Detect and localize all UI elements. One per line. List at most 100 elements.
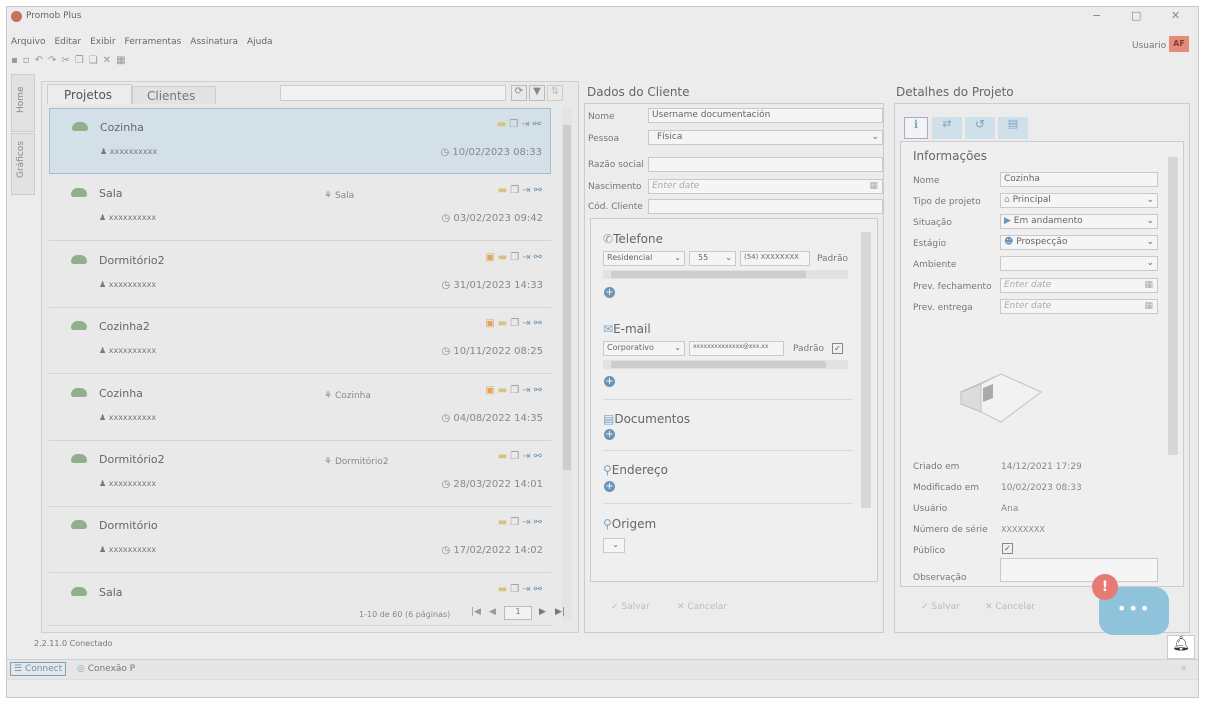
menu-item-ferramentas[interactable]: Ferramentas	[125, 37, 182, 47]
contact-icon[interactable]: ▣	[485, 252, 497, 263]
folder-icon[interactable]: ▬	[498, 517, 510, 528]
save-icon[interactable]: ▪	[11, 55, 18, 66]
project-row[interactable]: Sala ⚘ Sala ♟ xxxxxxxxxx ◷ 03/02/2023 09:42…	[49, 175, 551, 241]
add-telefone-button[interactable]: +	[604, 287, 615, 298]
client-contacts-scrollbar[interactable]	[861, 232, 871, 508]
client-nasc-input[interactable]: Enter date ▦	[648, 179, 883, 194]
info-tab-icon[interactable]: ℹ	[904, 117, 928, 139]
folder-icon[interactable]: ▬	[498, 252, 510, 263]
copy-icon[interactable]: ❐	[510, 517, 522, 528]
email-padrao-checkbox[interactable]: ✓	[832, 343, 843, 354]
project-row[interactable]: Dormitório2 ⚘ Dormitório2 ♟ xxxxxxxxxx ◷ 28…	[49, 441, 551, 507]
tree-icon[interactable]: ⚯	[534, 584, 545, 595]
client-cod-input[interactable]	[648, 199, 883, 214]
notes-tab-icon[interactable]: ▤	[998, 117, 1028, 139]
menu-item-ajuda[interactable]: Ajuda	[247, 37, 273, 47]
menu-item-exibir[interactable]: Exibir	[90, 37, 115, 47]
project-row[interactable]: Cozinha ♟ xxxxxxxxxx ◷ 10/02/2023 08:33 ▬❐⇥…	[49, 108, 551, 174]
contact-icon[interactable]: ▣	[485, 318, 497, 329]
tree-icon[interactable]: ⚯	[534, 517, 545, 528]
folder-icon[interactable]: ▬	[498, 385, 510, 396]
tree-icon[interactable]: ⚯	[534, 252, 545, 263]
user-name[interactable]: Usuario	[1132, 41, 1166, 51]
copy-icon[interactable]: ❐	[509, 119, 521, 130]
export-icon[interactable]: ⇥	[522, 584, 533, 595]
project-ambiente-select[interactable]: ⌄	[1000, 256, 1158, 271]
user-badge[interactable]: AF	[1169, 36, 1189, 52]
project-prev-ent-input[interactable]: Enter date ▦	[1000, 299, 1158, 314]
tree-icon[interactable]: ⚯	[533, 119, 544, 130]
email-hscroll-thumb[interactable]	[611, 361, 826, 368]
add-email-button[interactable]: +	[604, 376, 615, 387]
calendar-icon[interactable]: ▦	[1144, 301, 1153, 311]
client-pessoa-select[interactable]: Física ⌄	[648, 130, 883, 145]
export-icon[interactable]: ⇥	[522, 385, 533, 396]
project-estagio-select[interactable]: ☻ Prospecção ⌄	[1000, 235, 1158, 250]
filter-icon[interactable]: ▼	[529, 85, 545, 101]
paste-icon[interactable]: ❏	[89, 55, 98, 66]
export-icon[interactable]: ⇥	[522, 451, 533, 462]
flow-tab-icon[interactable]: ⇄	[932, 117, 962, 139]
copy-icon[interactable]: ❐	[510, 185, 522, 196]
calendar-icon[interactable]: ▦	[1144, 280, 1153, 290]
project-cancel-button[interactable]: ✕ Cancelar	[985, 602, 1035, 612]
folder-icon[interactable]: ▬	[498, 318, 510, 329]
tab-clientes[interactable]: Clientes	[132, 86, 216, 104]
project-row[interactable]: Dormitório2 ♟ xxxxxxxxxx ◷ 31/01/2023 14:3…	[49, 242, 551, 308]
client-cancel-button[interactable]: ✕ Cancelar	[677, 602, 727, 612]
last-page-icon[interactable]: ▶|	[555, 607, 565, 617]
project-row[interactable]: Dormitório ♟ xxxxxxxxxx ◷ 17/02/2022 14:02…	[49, 507, 551, 573]
project-name-input[interactable]: Cozinha	[1000, 172, 1158, 187]
connect-button[interactable]: ☰ Connect	[10, 662, 67, 676]
client-name-input[interactable]: Username documentación	[648, 108, 883, 123]
email-type-select[interactable]: Corporativo ⌄	[603, 341, 685, 356]
tree-icon[interactable]: ⚯	[534, 185, 545, 196]
project-save-button[interactable]: ✓ Salvar	[921, 602, 960, 612]
add-endereco-button[interactable]: +	[604, 481, 615, 492]
folder-icon[interactable]: ▬	[498, 185, 510, 196]
status-close-icon[interactable]: ✕	[1180, 664, 1188, 674]
side-tab-graphics[interactable]: Gráficos	[11, 133, 35, 195]
menu-item-editar[interactable]: Editar	[54, 37, 81, 47]
project-info-scrollbar[interactable]	[1168, 157, 1178, 455]
search-input[interactable]	[280, 85, 506, 101]
copy-icon[interactable]: ❐	[510, 451, 522, 462]
project-list-scroll-thumb[interactable]	[563, 125, 571, 470]
folder-icon[interactable]: ▬	[497, 119, 509, 130]
tree-icon[interactable]: ⚯	[534, 318, 545, 329]
close-button[interactable]: ✕	[1171, 9, 1180, 22]
email-input[interactable]: xxxxxxxxxxxxxx@xxx.xx	[689, 341, 784, 356]
copy-icon[interactable]: ❐	[75, 55, 84, 66]
export-icon[interactable]: ⇥	[522, 252, 533, 263]
menu-item-arquivo[interactable]: Arquivo	[11, 37, 45, 47]
refresh-icon[interactable]: ⟳	[511, 85, 527, 101]
copy-icon[interactable]: ❐	[510, 385, 522, 396]
print-icon[interactable]: ▫	[23, 55, 30, 66]
tree-icon[interactable]: ⚯	[534, 451, 545, 462]
copy-icon[interactable]: ❐	[510, 584, 522, 595]
export-icon[interactable]: ⇥	[522, 517, 533, 528]
export-icon[interactable]: ⇥	[522, 185, 533, 196]
project-tipo-select[interactable]: ⌂ Principal ⌄	[1000, 193, 1158, 208]
tab-projetos[interactable]: Projetos	[47, 84, 132, 104]
folder-icon[interactable]: ▬	[498, 584, 510, 595]
folder-icon[interactable]: ▬	[498, 451, 510, 462]
project-row[interactable]: Sala ▬❐⇥⚯	[49, 574, 551, 626]
telefone-ddi-select[interactable]: 55 ⌄	[689, 251, 736, 266]
copy-icon[interactable]: ❐	[510, 318, 522, 329]
project-row[interactable]: Cozinha ⚘ Cozinha ♟ xxxxxxxxxx ◷ 04/08/2022…	[49, 375, 551, 441]
telefone-hscroll-thumb[interactable]	[611, 271, 806, 278]
project-prev-fech-input[interactable]: Enter date ▦	[1000, 278, 1158, 293]
telefone-type-select[interactable]: Residencial ⌄	[603, 251, 685, 266]
minimize-button[interactable]: −	[1092, 9, 1101, 22]
export-icon[interactable]: ⇥	[521, 119, 532, 130]
tree-icon[interactable]: ⚯	[534, 385, 545, 396]
origem-select[interactable]: ⌄	[603, 538, 625, 553]
chat-alert-badge[interactable]: !	[1092, 574, 1118, 600]
history-tab-icon[interactable]: ↺	[965, 117, 995, 139]
maximize-button[interactable]: □	[1131, 9, 1141, 22]
project-row[interactable]: Cozinha2 ♟ xxxxxxxxxx ◷ 10/11/2022 08:25 ▣▬…	[49, 308, 551, 374]
project-publico-checkbox[interactable]: ✓	[1002, 543, 1013, 554]
add-documento-button[interactable]: +	[604, 429, 615, 440]
layout-icon[interactable]: ▦	[116, 55, 125, 66]
